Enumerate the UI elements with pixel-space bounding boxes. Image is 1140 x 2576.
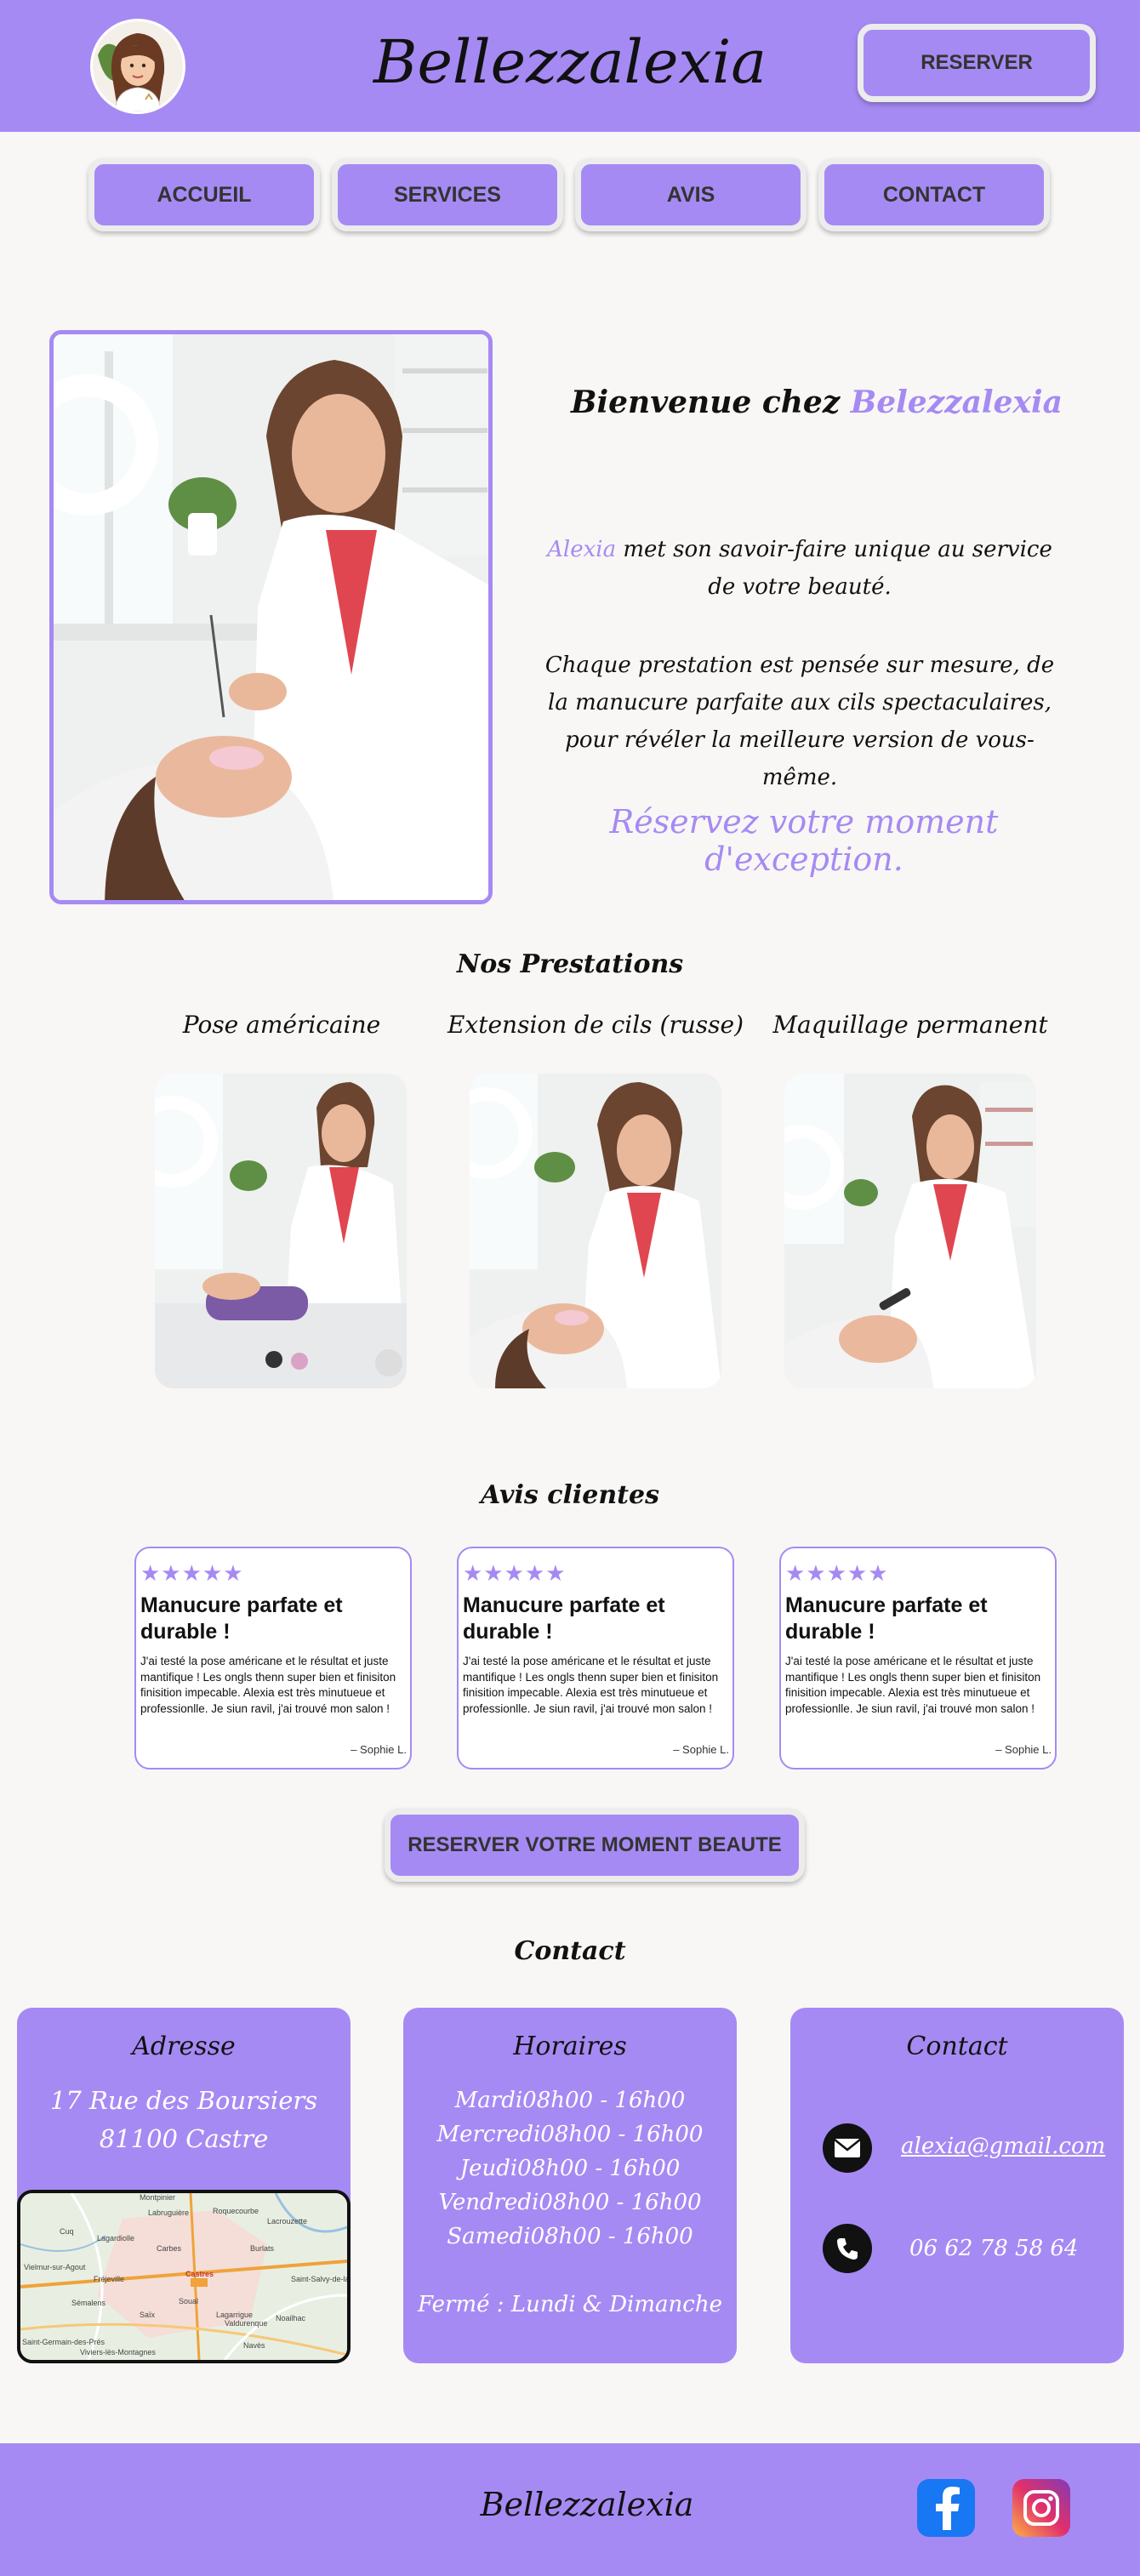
map-label: Valdurenque (225, 2319, 267, 2328)
email-link[interactable]: alexia@gmail.com (901, 2134, 1105, 2159)
services-title: Nos Prestations (456, 949, 684, 979)
review-title: Manucure parfate et durable ! (785, 1593, 988, 1644)
contact-card: Contact alexia@gmail.com 06 62 78 58 64 (790, 2008, 1124, 2363)
map-label: Burlats (250, 2244, 275, 2253)
map-label: Lacrouzette (267, 2217, 307, 2226)
map-label: Sémalens (71, 2299, 106, 2307)
review-text: J'ai testé la pose américane et le résul… (140, 1655, 396, 1715)
nav-contact[interactable]: CONTACT (818, 158, 1050, 231)
map-label: Montpinier (140, 2193, 175, 2202)
envelope-icon (823, 2123, 872, 2173)
map-label: Saïx (140, 2311, 156, 2319)
service-image-maquillage[interactable] (784, 1074, 1036, 1388)
map-label: Labruguière (148, 2208, 189, 2217)
map-label: Carbes (157, 2244, 182, 2253)
contact-title: Contact (514, 1936, 626, 1966)
reserve-button[interactable]: RESERVER (858, 24, 1096, 102)
address-line-1: 17 Rue des Boursiers (49, 2086, 318, 2115)
hours-card: Horaires Mardi08h00 - 16h00 Mercredi08h0… (403, 2008, 737, 2363)
review-author: – Sophie L. (673, 1743, 729, 1756)
map-label: Saint-Salvy-de-la-Balme (291, 2275, 347, 2283)
address-line-2: 81100 Castre (99, 2124, 269, 2153)
instagram-icon[interactable] (1012, 2479, 1070, 2537)
map-label: Saint-Germain-des-Prés (22, 2338, 105, 2346)
rating-stars: ★★★★★ (463, 1560, 567, 1586)
hero-title-prefix: Bienvenue chez (571, 385, 851, 420)
review-title: Manucure parfate et durable ! (140, 1593, 343, 1644)
review-card: ★★★★★ Manucure parfate et durable ! J'ai… (779, 1547, 1057, 1770)
hours-line: Jeudi08h00 - 16h00 (459, 2156, 681, 2181)
map-label: Lagarrigue (216, 2311, 253, 2319)
nav-accueil[interactable]: ACCUEIL (88, 158, 320, 231)
map-label: Noailhac (276, 2314, 306, 2322)
hero-name: Alexia (547, 537, 617, 562)
hero-title-brand: Belezzalexia (850, 385, 1063, 420)
reviews-title: Avis clientes (480, 1480, 659, 1510)
hero-paragraph-1: Alexia met son savoir-faire unique au se… (544, 531, 1055, 606)
address-card: Adresse 17 Rue des Boursiers 81100 Castr… (17, 2008, 351, 2363)
service-name: Maquillage permanent (772, 1011, 1048, 1039)
nav-avis[interactable]: AVIS (575, 158, 807, 231)
map-label: Soual (179, 2297, 198, 2305)
review-card: ★★★★★ Manucure parfate et durable ! J'ai… (134, 1547, 412, 1770)
map-label: Lagardiolle (97, 2234, 134, 2243)
review-text: J'ai testé la pose américane et le résul… (463, 1655, 719, 1715)
review-text: J'ai testé la pose américane et le résul… (785, 1655, 1041, 1715)
service-name: Extension de cils (russe) (447, 1011, 744, 1039)
map-label: Navès (243, 2341, 265, 2350)
location-map[interactable]: Montpinier Labruguière Roquecourbe Lacro… (17, 2190, 351, 2363)
phone-icon (823, 2224, 872, 2273)
hero-title: Bienvenue chez Belezzalexia (527, 385, 1106, 420)
map-label: Castres (185, 2270, 214, 2278)
hero-paragraph-2: Chaque prestation est pensée sur mesure,… (544, 653, 1055, 790)
rating-stars: ★★★★★ (785, 1560, 889, 1586)
hero-image (49, 330, 493, 904)
contact-card-title: Contact (906, 2032, 1008, 2061)
map-label: Roquecourbe (213, 2207, 259, 2215)
site-header: Bellezzalexia RESERVER (0, 0, 1140, 132)
hero-cta-text: Réservez votre moment d'exception. (609, 803, 999, 878)
review-title: Manucure parfate et durable ! (463, 1593, 665, 1644)
book-appointment-button[interactable]: RESERVER VOTRE MOMENT BEAUTE (385, 1809, 805, 1882)
map-label: Viviers-lès-Montagnes (80, 2348, 156, 2357)
site-footer: Bellezzalexia (0, 2443, 1140, 2576)
hero-p1-text: met son savoir-faire unique au service d… (616, 537, 1052, 600)
map-label: Fréjeville (94, 2275, 124, 2283)
hours-line: Samedi08h00 - 16h00 (447, 2224, 693, 2249)
review-author: – Sophie L. (351, 1743, 407, 1756)
facebook-icon[interactable] (917, 2479, 975, 2537)
hours-line: Mercredi08h00 - 16h00 (436, 2122, 704, 2147)
map-label: Vielmur-sur-Agout (24, 2263, 86, 2271)
service-image-manucure[interactable] (155, 1074, 407, 1388)
address-title: Adresse (132, 2032, 236, 2061)
service-name: Pose américaine (182, 1011, 381, 1039)
hours-line: Vendredi08h00 - 16h00 (438, 2190, 702, 2215)
review-author: – Sophie L. (995, 1743, 1052, 1756)
nav-services[interactable]: SERVICES (332, 158, 563, 231)
phone-number[interactable]: 06 62 78 58 64 (909, 2236, 1078, 2261)
hours-line: Mardi08h00 - 16h00 (454, 2088, 686, 2113)
hours-title: Horaires (513, 2032, 627, 2061)
rating-stars: ★★★★★ (140, 1560, 244, 1586)
hours-closed: Fermé : Lundi & Dimanche (418, 2292, 722, 2317)
map-label: Cuq (60, 2227, 74, 2236)
service-image-cils[interactable] (470, 1074, 721, 1388)
review-card: ★★★★★ Manucure parfate et durable ! J'ai… (457, 1547, 734, 1770)
